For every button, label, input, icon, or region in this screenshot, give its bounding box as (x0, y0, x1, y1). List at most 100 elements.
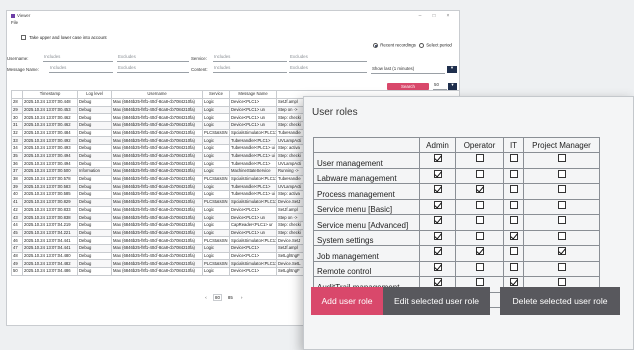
radio-period[interactable] (419, 43, 424, 48)
maximize-icon[interactable]: □ (427, 13, 441, 19)
permission-cell-project-manager (523, 245, 600, 262)
checkbox-it[interactable] (509, 262, 518, 271)
checkbox-it[interactable] (509, 278, 518, 287)
menu-file[interactable]: File (11, 20, 18, 25)
checkbox-it[interactable] (509, 185, 518, 194)
checkbox-operator[interactable] (475, 231, 484, 240)
service-excludes-input[interactable]: Excludes (289, 54, 367, 62)
cell-service: Logic (202, 251, 230, 261)
checkbox-project-manager[interactable] (557, 169, 566, 178)
pager-prev-button[interactable]: ‹ (203, 294, 209, 301)
permission-cell-admin (419, 152, 456, 169)
search-button[interactable]: Search (387, 83, 429, 90)
pager-current-page[interactable]: 80 (213, 294, 222, 301)
checkbox-admin[interactable] (433, 185, 442, 194)
checkbox-project-manager[interactable] (557, 247, 566, 256)
col-header-message-name[interactable]: Message Name (229, 90, 277, 99)
col-header-operator[interactable]: Operator (455, 137, 504, 153)
username-excludes-input[interactable]: Excludes (117, 54, 189, 62)
table-row[interactable]: System settings (313, 229, 600, 247)
case-sensitive-checkbox[interactable] (21, 35, 26, 40)
cell-log-level: Debug (77, 259, 112, 269)
checkbox-it[interactable] (509, 231, 518, 240)
checkbox-admin[interactable] (433, 200, 442, 209)
page-size-dropdown-button[interactable]: ▾ (448, 82, 457, 90)
cell-log-level: Debug (77, 251, 112, 261)
checkbox-project-manager[interactable] (557, 231, 566, 240)
checkbox-project-manager[interactable] (557, 278, 566, 287)
table-row[interactable]: Service menu [Basic] (313, 198, 600, 216)
checkbox-operator[interactable] (475, 200, 484, 209)
cell-service: Logic (202, 159, 230, 169)
checkbox-admin[interactable] (433, 262, 442, 271)
radio-recent-option[interactable]: Recent recordings (373, 43, 416, 48)
checkbox-admin[interactable] (433, 231, 442, 240)
col-header-username[interactable]: Username (111, 90, 203, 99)
col-header-log-level[interactable]: Log level (77, 90, 112, 99)
checkbox-it[interactable] (509, 154, 518, 162)
checkbox-it[interactable] (509, 216, 518, 225)
checkbox-project-manager[interactable] (557, 262, 566, 271)
page-size-select[interactable]: 50 (433, 82, 447, 90)
checkbox-operator[interactable] (475, 154, 484, 162)
pager-next-button[interactable]: › (239, 294, 245, 301)
col-header-it[interactable]: IT (503, 137, 524, 153)
col-header-admin[interactable]: Admin (419, 137, 456, 153)
edit-user-role-button[interactable]: Edit selected user role (383, 287, 490, 315)
table-row[interactable]: Remote control (313, 260, 600, 278)
add-user-role-button[interactable]: Add user role (311, 287, 383, 315)
col-header-project-manager[interactable]: Project Manager (523, 137, 600, 153)
checkbox-it[interactable] (509, 247, 518, 256)
checkbox-admin[interactable] (433, 154, 442, 162)
service-includes-input[interactable]: Includes (213, 54, 287, 62)
cell-timestamp: 2025.10.24 13:07:00.583 (22, 182, 78, 192)
checkbox-operator[interactable] (475, 262, 484, 271)
checkbox-project-manager[interactable] (557, 185, 566, 194)
table-row[interactable]: Process management (313, 183, 600, 200)
table-row[interactable]: User management (313, 152, 600, 169)
checkbox-project-manager[interactable] (557, 200, 566, 209)
delete-user-role-button[interactable]: Delete selected user role (500, 287, 620, 315)
cell-timestamp: 2025.10.24 13:07:00.492 (22, 136, 78, 146)
col-header-service[interactable]: Service (202, 90, 230, 99)
close-icon[interactable]: × (441, 13, 455, 19)
case-sensitive-option[interactable]: Take upper and lower case into account (21, 35, 107, 40)
show-last-dropdown-button[interactable]: ▾ (447, 65, 457, 73)
cell-username: Max (6846b25-f8f1-40cf-8ca8-cb7084210fa) (111, 228, 203, 238)
checkbox-admin[interactable] (433, 169, 442, 178)
table-row[interactable]: Service menu [Advanced] (313, 214, 600, 231)
content-includes-input[interactable]: Includes (213, 65, 287, 73)
checkbox-project-manager[interactable] (557, 216, 566, 225)
content-excludes-input[interactable]: Excludes (289, 65, 367, 73)
cell-username: Max (6846b25-f8f1-40cf-8ca8-cb7084210fa) (111, 174, 203, 184)
checkbox-operator[interactable] (475, 247, 484, 256)
table-row[interactable]: Labware management (313, 167, 600, 185)
username-includes-input[interactable]: Includes (43, 54, 113, 62)
pager-total-pages[interactable]: 85 (226, 294, 235, 301)
col-header-index[interactable] (11, 90, 23, 99)
checkbox-it[interactable] (509, 200, 518, 209)
checkbox-operator[interactable] (475, 216, 484, 225)
cell-index: 33 (11, 136, 23, 146)
cell-message-name: Device<PLC1> (229, 267, 277, 276)
roles-table: Admin Operator IT Project Manager User m… (313, 137, 600, 309)
col-header-timestamp[interactable]: Timestamp (22, 90, 78, 99)
checkbox-admin[interactable] (433, 247, 442, 256)
checkbox-operator[interactable] (475, 169, 484, 178)
checkbox-operator[interactable] (475, 185, 484, 194)
message-excludes-input[interactable]: Excludes (117, 65, 189, 73)
show-last-select[interactable]: Show last (1 minutes) (371, 66, 445, 74)
checkbox-it[interactable] (509, 169, 518, 178)
table-row[interactable]: Job management (313, 245, 600, 262)
minimize-icon[interactable]: – (413, 13, 427, 19)
checkbox-admin[interactable] (433, 278, 442, 287)
checkbox-project-manager[interactable] (557, 154, 566, 162)
checkbox-admin[interactable] (433, 216, 442, 225)
cell-message-name: Device<PLC1> un (229, 105, 277, 115)
permission-cell-operator (455, 260, 504, 278)
message-includes-input[interactable]: Includes (49, 65, 113, 73)
radio-period-option[interactable]: Select period (419, 43, 452, 48)
checkbox-operator[interactable] (475, 278, 484, 287)
radio-recent[interactable] (373, 43, 378, 48)
cell-log-level: Debug (77, 174, 112, 184)
